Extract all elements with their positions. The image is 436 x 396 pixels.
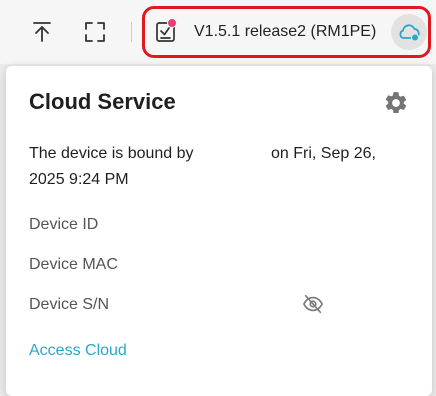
device-mac-label: Device MAC [29, 256, 118, 273]
firmware-update-icon [152, 18, 180, 46]
upload-button[interactable] [24, 14, 60, 50]
panel-title: Cloud Service [29, 89, 176, 114]
bound-date-text: on Fri, Sep 26, [271, 145, 376, 162]
bound-time-text: 2025 9:24 PM [29, 171, 129, 188]
device-sn-label: Device S/N [29, 296, 110, 313]
gear-icon[interactable] [383, 90, 409, 116]
access-cloud-link[interactable]: Access Cloud [29, 342, 127, 360]
firmware-version-button[interactable]: V1.5.1 release2 (RM1PE) [152, 13, 392, 51]
cloud-status-icon [399, 24, 420, 42]
upload-icon [33, 22, 51, 42]
toolbar-divider [131, 22, 132, 42]
fullscreen-icon [85, 22, 105, 42]
fullscreen-button[interactable] [77, 14, 113, 50]
update-badge [167, 18, 177, 28]
cloud-service-button[interactable] [391, 14, 427, 50]
cloud-service-popover: Cloud Service The device is bound by on … [6, 66, 432, 396]
top-toolbar: V1.5.1 release2 (RM1PE) [0, 0, 436, 64]
device-id-label: Device ID [29, 216, 99, 233]
firmware-version-label: V1.5.1 release2 (RM1PE) [194, 23, 377, 40]
bound-by-text: The device is bound by [29, 145, 194, 162]
eye-slash-icon[interactable] [302, 293, 324, 315]
